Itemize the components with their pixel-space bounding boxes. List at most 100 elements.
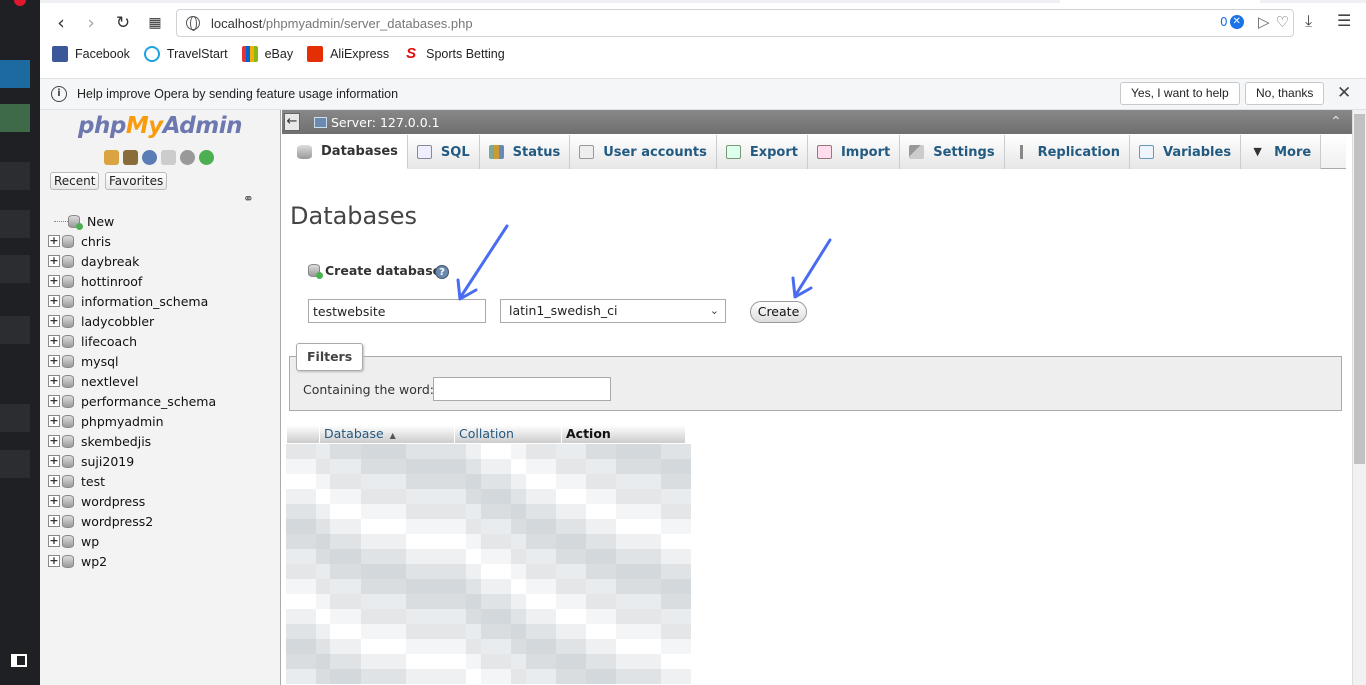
expand-icon[interactable]: + [48, 355, 60, 367]
expand-icon[interactable]: + [48, 295, 60, 307]
tree-item-new[interactable]: New [48, 211, 216, 231]
expand-icon[interactable]: + [48, 495, 60, 507]
action-header-label: Action [566, 426, 611, 441]
expand-icon[interactable]: + [48, 415, 60, 427]
tab-databases[interactable]: Databases [288, 135, 408, 169]
bookmark-sports-betting[interactable]: S Sports Betting [403, 46, 505, 62]
yes-help-button[interactable]: Yes, I want to help [1120, 82, 1240, 105]
menu-icon[interactable]: ☰ [1337, 11, 1351, 30]
tree-item-database[interactable]: + chris [48, 231, 216, 251]
sidebar-app-icon[interactable] [0, 210, 30, 238]
tab-status[interactable]: Status [479, 135, 571, 169]
bookmark-facebook[interactable]: Facebook [52, 46, 130, 62]
expand-icon[interactable]: + [48, 395, 60, 407]
server-link[interactable]: Server: 127.0.0.1 [314, 115, 440, 130]
expand-icon[interactable]: + [48, 475, 60, 487]
collation-column-header[interactable]: Collation [455, 425, 562, 443]
tree-item-database[interactable]: + information_schema [48, 291, 216, 311]
expand-icon[interactable]: + [48, 255, 60, 267]
expand-icon[interactable]: + [48, 555, 60, 567]
tab-replication[interactable]: Replication [1004, 135, 1130, 169]
opera-logo-icon[interactable] [14, 0, 26, 6]
tree-item-database[interactable]: + lifecoach [48, 331, 216, 351]
speed-dial-icon[interactable]: ▦ [142, 10, 168, 36]
bookmark-ebay[interactable]: eBay [241, 46, 293, 62]
help-icon[interactable]: ? [435, 265, 449, 279]
tree-item-database[interactable]: + phpmyadmin [48, 411, 216, 431]
expand-icon[interactable]: + [48, 535, 60, 547]
adblock-indicator[interactable]: 0 ✕ [1220, 15, 1244, 29]
tree-item-database[interactable]: + hottinroof [48, 271, 216, 291]
expand-icon[interactable]: + [48, 435, 60, 447]
gear-icon[interactable] [180, 150, 195, 165]
docs-icon[interactable] [161, 150, 176, 165]
expand-icon[interactable]: + [48, 275, 60, 287]
back-button[interactable]: ‹ [48, 10, 74, 36]
expand-icon[interactable]: + [48, 235, 60, 247]
tree-item-database[interactable]: + skembedjis [48, 431, 216, 451]
expand-icon[interactable]: + [48, 455, 60, 467]
tab-sql[interactable]: SQL [407, 135, 480, 169]
expand-icon[interactable]: + [48, 335, 60, 347]
database-icon [62, 254, 74, 268]
expand-icon[interactable]: + [48, 515, 60, 527]
tree-item-database[interactable]: + test [48, 471, 216, 491]
tree-item-database[interactable]: + performance_schema [48, 391, 216, 411]
chevron-up-icon[interactable]: ⌃ [1330, 114, 1342, 130]
heart-icon[interactable]: ♡ [1276, 13, 1289, 31]
close-icon[interactable]: ✕ [1337, 83, 1351, 103]
reload-button[interactable]: ↻ [110, 10, 136, 36]
send-icon[interactable]: ▷ [1258, 13, 1270, 31]
tree-item-database[interactable]: + daybreak [48, 251, 216, 271]
home-icon[interactable] [104, 150, 119, 165]
tree-item-database[interactable]: + suji2019 [48, 451, 216, 471]
tree-item-database[interactable]: + ladycobbler [48, 311, 216, 331]
sidebar-app-icon[interactable] [0, 404, 30, 432]
tree-item-database[interactable]: + wordpress2 [48, 511, 216, 531]
tab-export[interactable]: Export [716, 135, 808, 169]
tree-item-database[interactable]: + wp [48, 531, 216, 551]
url-text[interactable]: localhost/phpmyadmin/server_databases.ph… [211, 16, 473, 31]
sidebar-app-icon[interactable] [0, 255, 30, 283]
address-bar[interactable]: localhost/phpmyadmin/server_databases.ph… [176, 9, 1294, 37]
bookmark-aliexpress[interactable]: AliExpress [307, 46, 389, 62]
scrollbar[interactable] [1352, 110, 1366, 685]
database-column-header[interactable]: Database ▲ [320, 425, 455, 443]
tree-item-database[interactable]: + wp2 [48, 551, 216, 571]
sidebar-app-icon[interactable] [0, 316, 30, 344]
collation-select[interactable]: latin1_swedish_ci ⌄ [500, 299, 726, 323]
expand-icon[interactable]: + [48, 315, 60, 327]
tree-item-database[interactable]: + nextlevel [48, 371, 216, 391]
logout-icon[interactable] [123, 150, 138, 165]
create-button[interactable]: Create [750, 301, 807, 323]
sidebar-app-icon[interactable] [0, 60, 30, 88]
forward-button[interactable]: › [78, 10, 104, 36]
database-name-input[interactable] [308, 299, 486, 323]
sidebar-toggle-icon[interactable] [11, 654, 27, 667]
link-icon[interactable]: ⚭ [243, 192, 254, 207]
bookmark-travelstart[interactable]: TravelStart [143, 46, 228, 62]
tab-settings[interactable]: Settings [900, 135, 1005, 169]
help-icon[interactable] [142, 150, 157, 165]
recent-button[interactable]: Recent [50, 172, 100, 190]
sidebar-app-icon[interactable] [0, 162, 30, 190]
database-icon [62, 534, 74, 548]
refresh-icon[interactable] [199, 150, 214, 165]
no-thanks-button[interactable]: No, thanks [1245, 82, 1325, 105]
tree-item-database[interactable]: + wordpress [48, 491, 216, 511]
tab-user-accounts[interactable]: User accounts [570, 135, 717, 169]
tree-item-database[interactable]: + mysql [48, 351, 216, 371]
pma-logo[interactable]: phpMyAdmin [78, 113, 242, 139]
tab-import[interactable]: Import [807, 135, 901, 169]
expand-icon[interactable]: + [48, 375, 60, 387]
tab-label: Replication [1037, 144, 1120, 160]
filter-input[interactable] [433, 377, 611, 401]
scrollbar-thumb[interactable] [1354, 114, 1365, 464]
tab-variables[interactable]: Variables [1129, 135, 1242, 169]
collapse-nav-button[interactable]: ← [284, 113, 300, 131]
favorites-button[interactable]: Favorites [105, 172, 168, 190]
download-icon[interactable]: ⤓ [1305, 11, 1312, 31]
sidebar-app-icon[interactable] [0, 450, 30, 478]
sidebar-app-icon[interactable] [0, 104, 30, 132]
tab-more[interactable]: ▼ More [1241, 135, 1322, 169]
